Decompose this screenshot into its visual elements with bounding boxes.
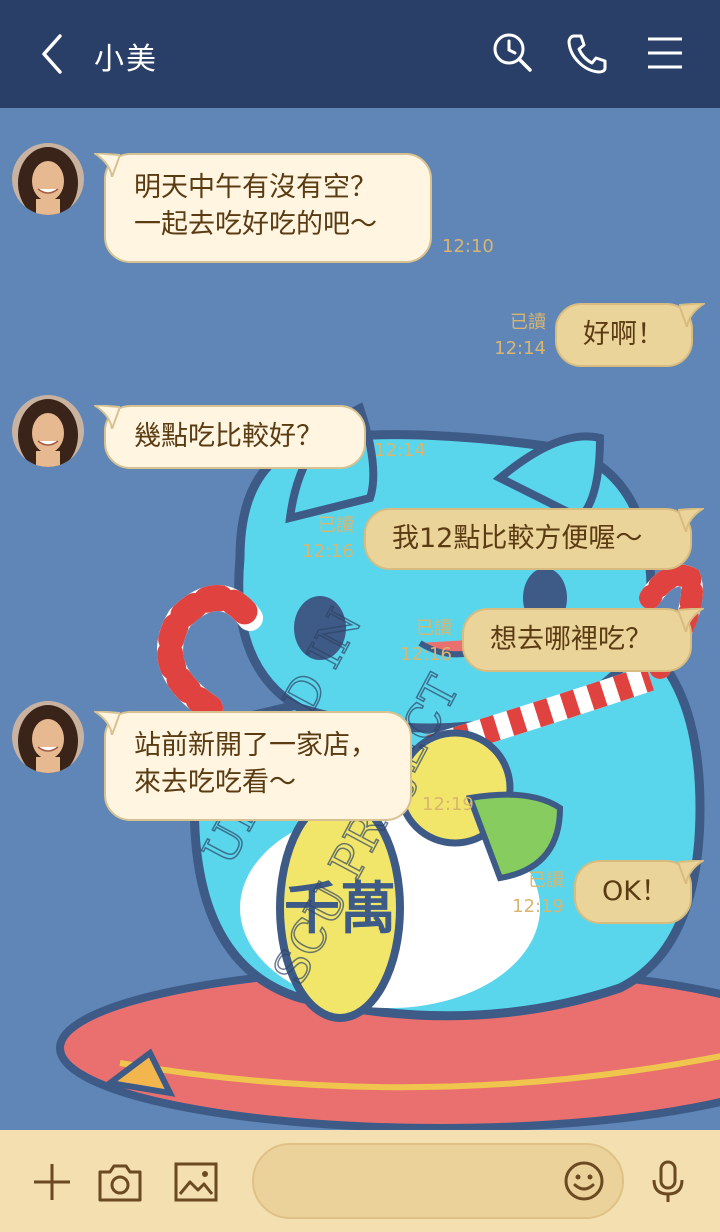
message-line: 想去哪裡吃？ bbox=[490, 624, 652, 655]
message-input[interactable] bbox=[278, 1163, 562, 1201]
menu-icon bbox=[648, 37, 682, 69]
message-line: 明天中午有沒有空？ bbox=[134, 172, 377, 203]
message-line: OK！ bbox=[602, 876, 668, 907]
menu-button[interactable] bbox=[642, 30, 688, 76]
phone-icon bbox=[567, 34, 607, 74]
message-input-bar bbox=[0, 1130, 720, 1232]
message-field-container[interactable] bbox=[252, 1143, 624, 1219]
outgoing-message[interactable]: 好啊！ bbox=[555, 303, 705, 367]
search-icon bbox=[493, 33, 532, 72]
contact-name[interactable]: 小美 bbox=[94, 34, 158, 78]
read-status: 已讀 bbox=[528, 870, 564, 891]
read-status: 已讀 bbox=[416, 618, 452, 639]
contact-avatar[interactable] bbox=[12, 143, 84, 215]
message-line: 站前新開了一家店， bbox=[134, 730, 377, 761]
chat-header: 小美 bbox=[0, 0, 720, 108]
message-line: 幾點吃比較好？ bbox=[134, 421, 323, 452]
read-status: 已讀 bbox=[318, 515, 354, 536]
message-time: 12:14 bbox=[494, 338, 546, 359]
back-button[interactable] bbox=[34, 30, 74, 78]
contact-avatar[interactable] bbox=[12, 395, 84, 467]
call-button[interactable] bbox=[564, 30, 610, 76]
message-time: 12:19 bbox=[512, 896, 564, 917]
outgoing-message[interactable]: OK！ bbox=[574, 860, 704, 924]
image-button[interactable] bbox=[172, 1158, 220, 1206]
message-time: 12:10 bbox=[442, 236, 494, 257]
message-time: 12:14 bbox=[374, 440, 426, 461]
chevron-left-icon bbox=[42, 34, 62, 74]
camera-button[interactable] bbox=[96, 1158, 144, 1206]
avatar-photo bbox=[12, 701, 84, 773]
emoji-button[interactable] bbox=[560, 1157, 608, 1205]
read-status: 已讀 bbox=[510, 312, 546, 333]
contact-avatar[interactable] bbox=[12, 701, 84, 773]
incoming-message[interactable]: 幾點吃比較好？ bbox=[94, 405, 366, 469]
search-button[interactable] bbox=[490, 30, 536, 76]
plus-icon bbox=[34, 1164, 70, 1200]
outgoing-message[interactable]: 我12點比較方便喔～ bbox=[364, 508, 704, 570]
chat-area[interactable]: 千萬 UPLOAD IN SCU PROJECT 明天中午有沒有空？ 一起去吃好… bbox=[0, 108, 720, 1130]
message-line: 來去吃吃看～ bbox=[134, 767, 296, 798]
outgoing-message[interactable]: 想去哪裡吃？ bbox=[462, 608, 704, 672]
message-line: 我12點比較方便喔～ bbox=[392, 523, 643, 554]
emoji-icon bbox=[564, 1161, 604, 1201]
voice-button[interactable] bbox=[644, 1158, 692, 1206]
message-line: 好啊！ bbox=[583, 319, 664, 350]
incoming-message[interactable]: 明天中午有沒有空？ 一起去吃好吃的吧～ bbox=[94, 153, 432, 263]
avatar-photo bbox=[12, 143, 84, 215]
microphone-icon bbox=[652, 1160, 684, 1202]
incoming-message[interactable]: 站前新開了一家店， 來去吃吃看～ bbox=[94, 711, 412, 821]
add-button[interactable] bbox=[28, 1158, 76, 1206]
image-icon bbox=[174, 1162, 218, 1202]
message-time: 12:16 bbox=[302, 541, 354, 562]
avatar-photo bbox=[12, 395, 84, 467]
message-time: 12:16 bbox=[400, 644, 452, 665]
message-line: 一起去吃好吃的吧～ bbox=[134, 209, 377, 240]
camera-icon bbox=[98, 1164, 142, 1202]
message-time: 12:19 bbox=[422, 794, 474, 815]
